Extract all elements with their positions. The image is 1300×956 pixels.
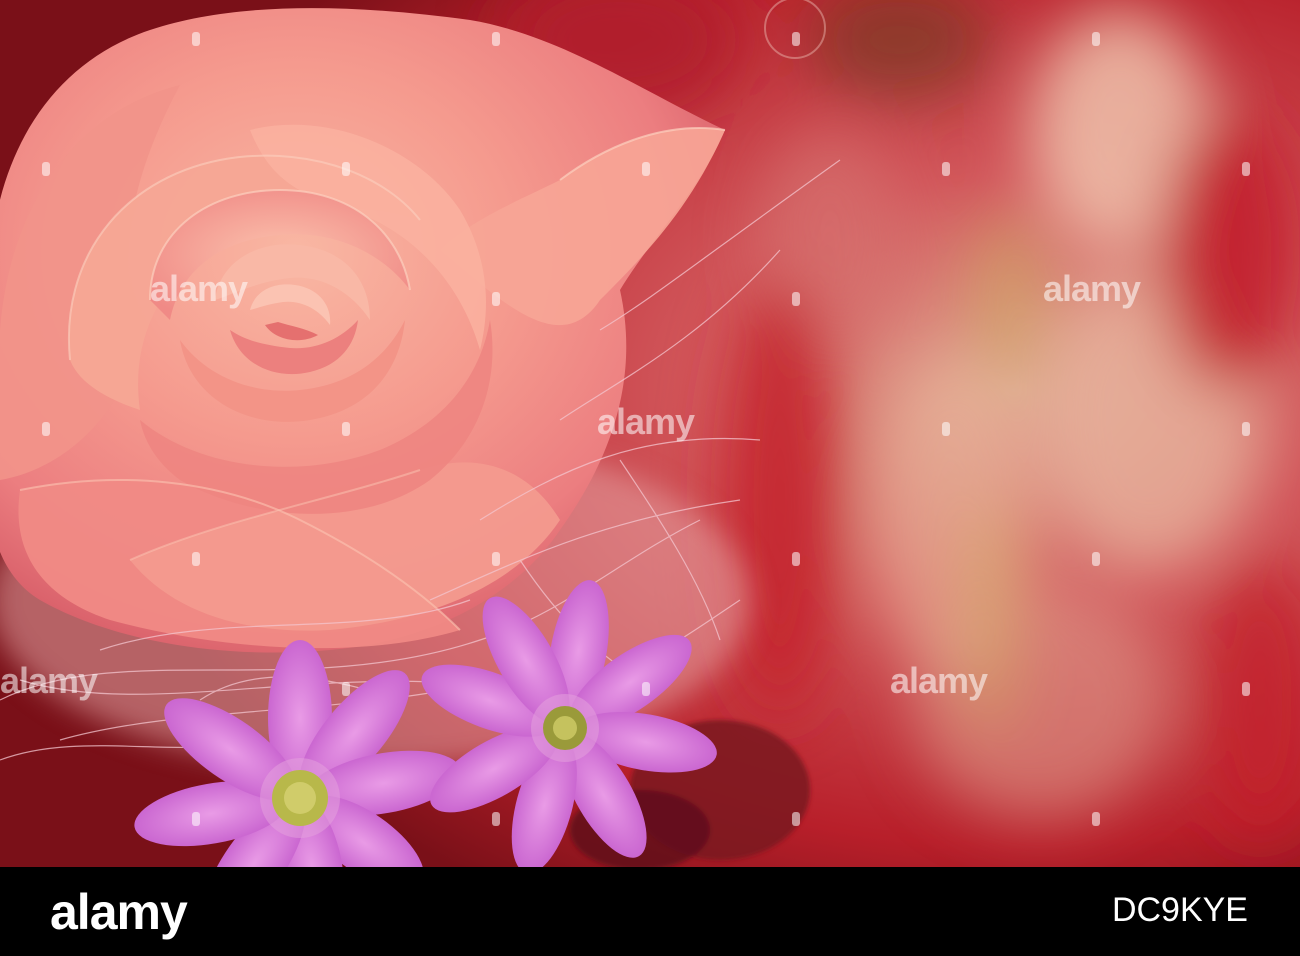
- watermark-dot: [192, 552, 200, 566]
- watermark-dot: [942, 162, 950, 176]
- watermark-dot: [492, 812, 500, 826]
- alamy-logo: alamy: [50, 884, 188, 940]
- watermark-dot: [492, 292, 500, 306]
- watermark-dot: [492, 32, 500, 46]
- watermark-dot: [342, 422, 350, 436]
- watermark-dot: [942, 422, 950, 436]
- watermark-dot: [492, 552, 500, 566]
- watermark-dot: [792, 292, 800, 306]
- watermark-dot: [1242, 682, 1250, 696]
- watermark-dot: [642, 162, 650, 176]
- watermark-dot: [792, 812, 800, 826]
- image-id: DC9KYE: [1111, 891, 1248, 929]
- watermark-dot: [192, 812, 200, 826]
- watermark-dot: [1242, 162, 1250, 176]
- watermark-dot: [1092, 552, 1100, 566]
- watermark-dot: [42, 422, 50, 436]
- watermark-dot: [1242, 422, 1250, 436]
- watermark-dot: [1092, 812, 1100, 826]
- stock-photo: alamy alamy alamy alamy alamy: [0, 0, 1300, 867]
- watermark-dot: [792, 552, 800, 566]
- watermark-dot: [42, 162, 50, 176]
- photo-canvas: [0, 0, 1300, 867]
- watermark-dot: [642, 682, 650, 696]
- watermark-dot: [342, 682, 350, 696]
- watermark-dot: [342, 162, 350, 176]
- watermark-dot: [1092, 32, 1100, 46]
- watermark-dot: [192, 32, 200, 46]
- footer-bar: alamy DC9KYE: [0, 867, 1300, 956]
- watermark-dot: [792, 32, 800, 46]
